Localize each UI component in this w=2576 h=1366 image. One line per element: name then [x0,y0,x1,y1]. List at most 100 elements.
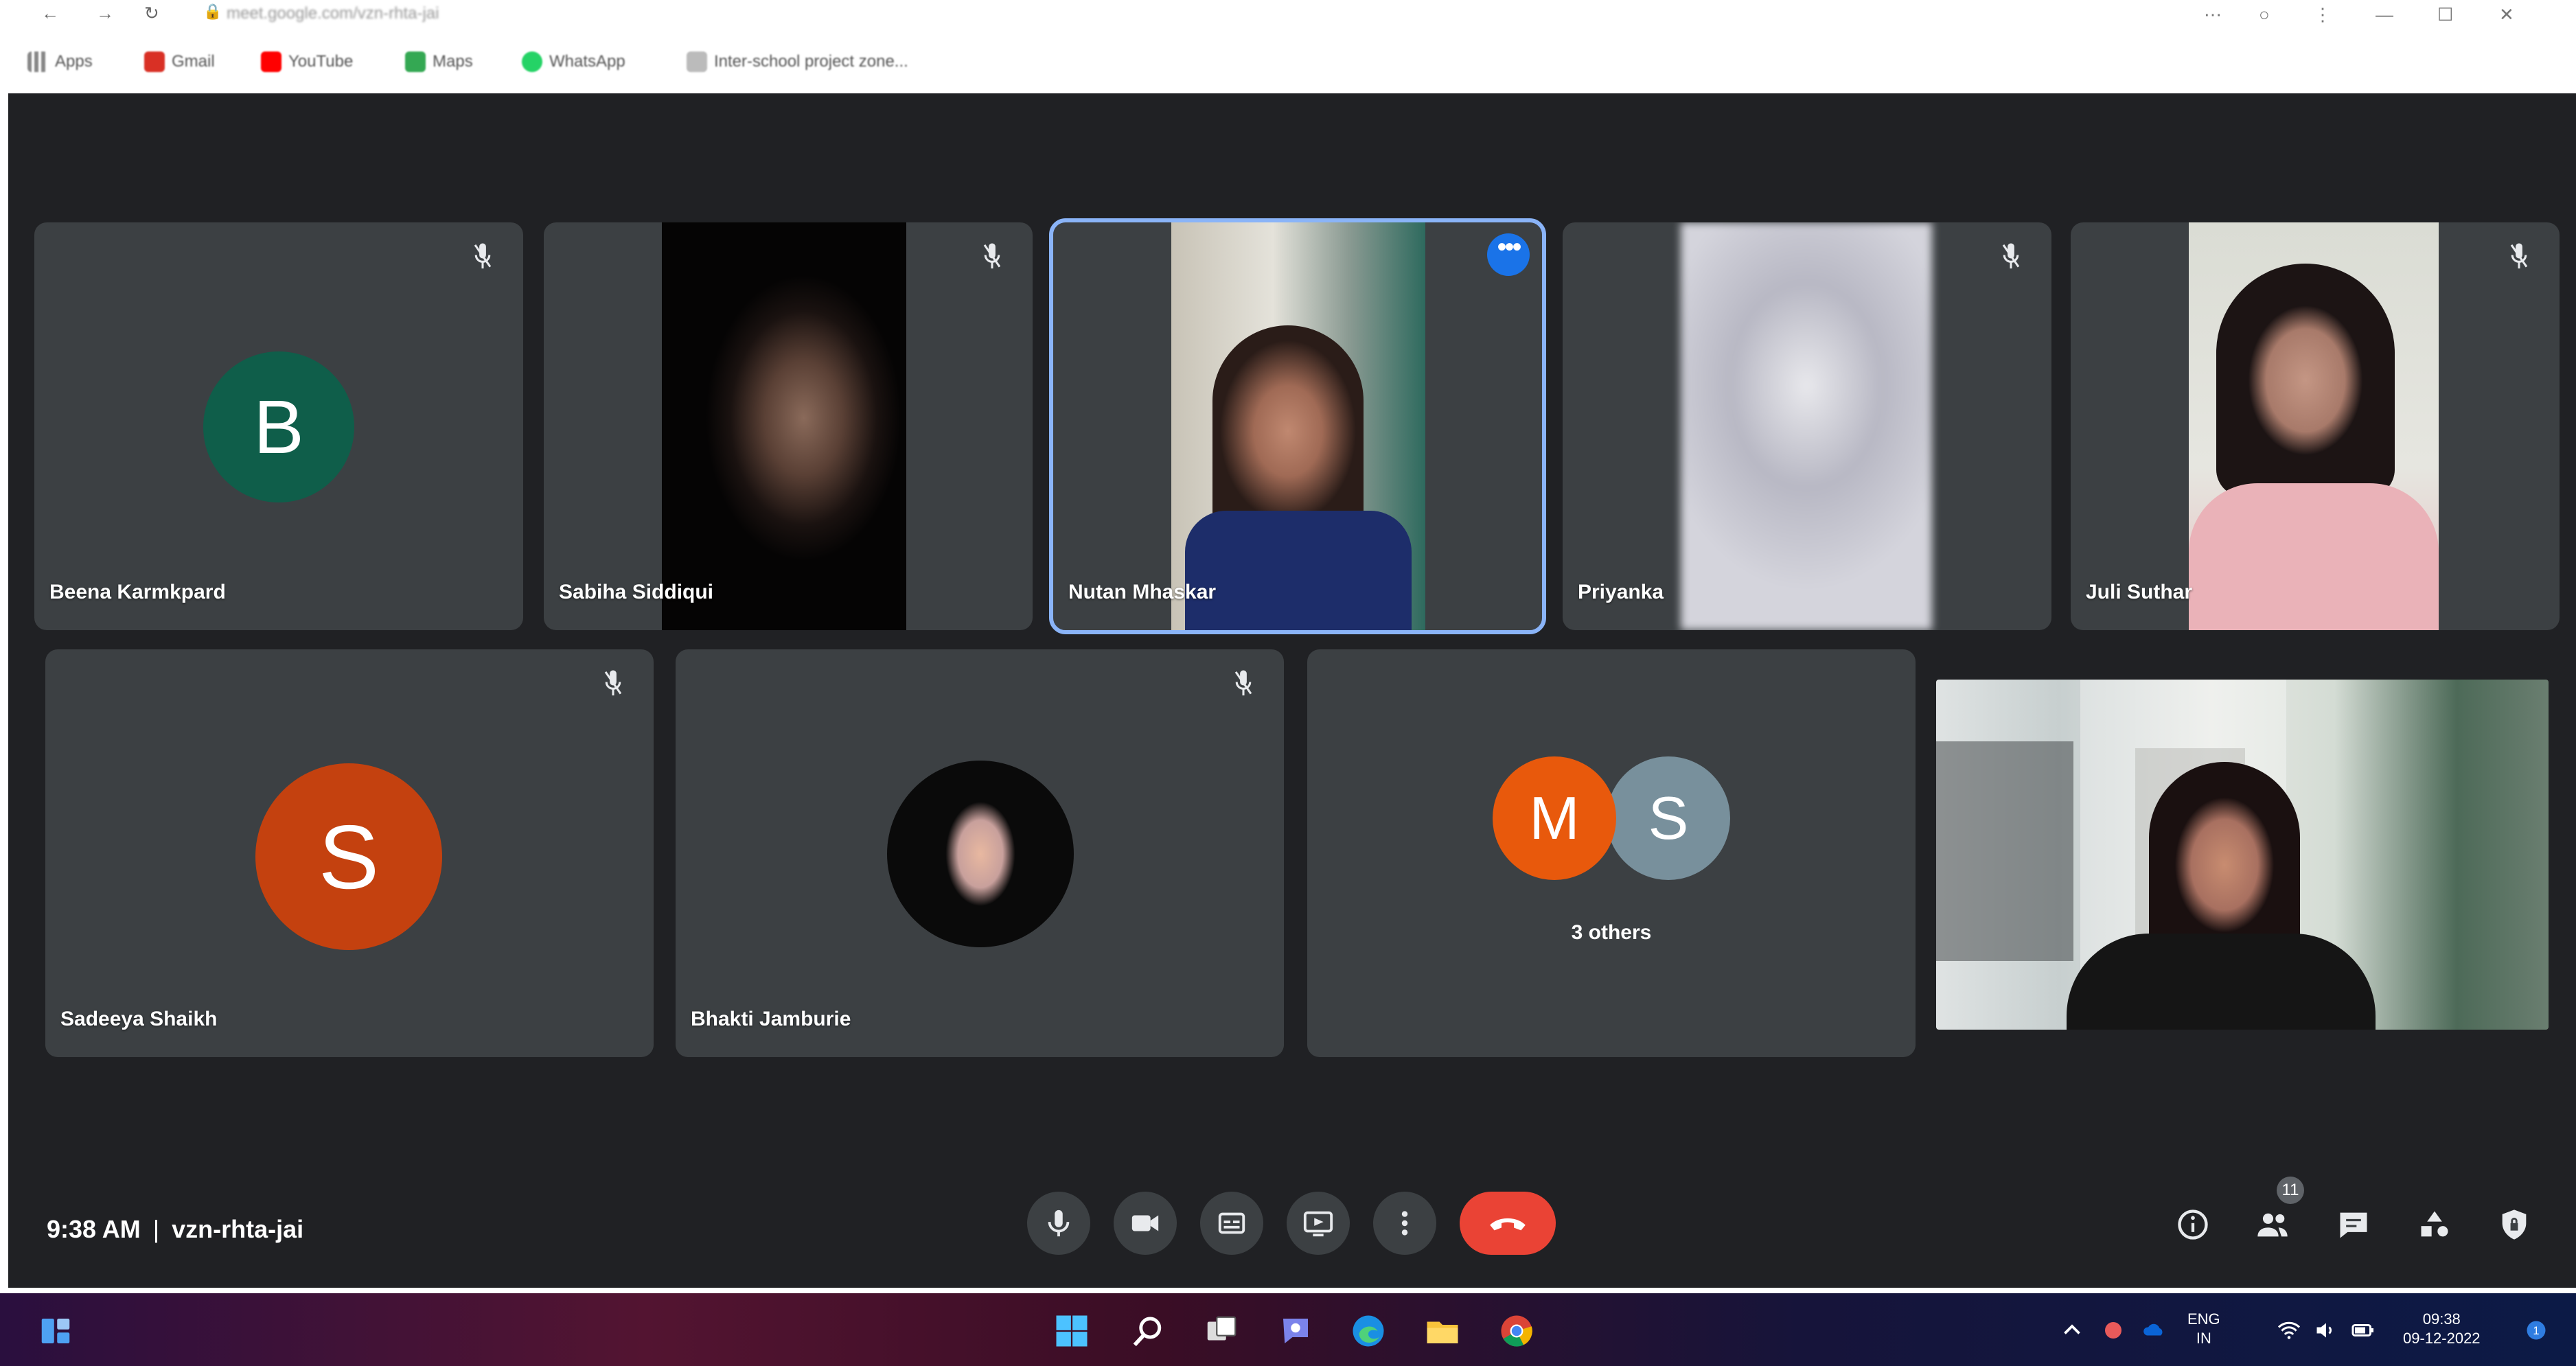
browser-toolbar: ← → ↻ 🔒 meet.google.com/vzn-rhta-jai ⋯ ○… [0,0,2576,29]
leave-call-button[interactable] [1460,1192,1556,1255]
participant-name: Sabiha Siddiqui [559,581,714,603]
language-indicator[interactable]: ENG IN [2187,1310,2220,1348]
clock-time: 09:38 [2422,1310,2461,1328]
avatar: M [1493,756,1616,880]
language-label: ENG [2187,1310,2220,1328]
participant-tile[interactable]: B Beena Karmkpard [34,222,523,630]
microphone-button[interactable] [1027,1192,1090,1255]
forward-icon[interactable]: → [96,3,114,24]
notification-icon[interactable]: 1 [2524,1318,2549,1343]
volume-icon[interactable] [2314,1318,2338,1343]
participant-tile-active[interactable]: ••• Nutan Mhaskar [1049,218,1546,634]
windows-start-icon[interactable] [1053,1312,1090,1350]
microphone-icon [1048,1209,1070,1237]
youtube-icon [261,51,281,72]
participant-name: Nutan Mhaskar [1068,581,1217,603]
mic-muted-icon [2001,242,2021,272]
clock-date: 09-12-2022 [2403,1330,2481,1347]
bookmark-gmail[interactable]: Gmail [144,49,215,74]
maximize-icon[interactable]: ☐ [2437,4,2453,25]
address-bar[interactable]: meet.google.com/vzn-rhta-jai [227,4,439,23]
back-icon[interactable]: ← [41,3,59,24]
captions-button[interactable] [1200,1192,1263,1255]
activities-button[interactable] [2415,1205,2454,1244]
bookmark-whatsapp[interactable]: WhatsApp [522,49,625,74]
system-clock[interactable]: 09:38 09-12-2022 [2403,1310,2481,1348]
participant-tile[interactable]: Bhakti Jamburie [676,649,1284,1057]
chevron-up-icon[interactable] [2060,1318,2084,1343]
meeting-code: vzn-rhta-jai [172,1215,304,1243]
close-icon[interactable]: ✕ [2499,4,2514,25]
participant-name: Priyanka [1578,581,1664,603]
profile-icon[interactable]: ○ [2259,4,2270,25]
mic-muted-icon [2509,242,2529,272]
participant-tile[interactable]: Priyanka [1563,222,2051,630]
people-button[interactable] [2253,1205,2292,1244]
participant-tile[interactable]: Juli Suthar [2071,222,2560,630]
more-options-icon[interactable]: ••• [1487,233,1530,276]
onedrive-icon[interactable] [2142,1318,2167,1343]
participant-name: Beena Karmkpard [49,581,226,603]
meeting-details-button[interactable] [2174,1205,2212,1244]
bookmark-youtube[interactable]: YouTube [261,49,353,74]
more-options-button[interactable] [1373,1192,1436,1255]
self-video [1936,680,2549,1030]
participant-video [662,222,906,630]
bookmark-maps[interactable]: Maps [405,49,473,74]
avatar: S [255,763,442,950]
participant-name: Juli Suthar [2086,581,2193,603]
bookmark-label: Maps [433,52,473,71]
edge-browser-icon[interactable] [1350,1312,1387,1350]
windows-taskbar: ENG IN 09:38 09-12-2022 1 [0,1293,2576,1366]
more-vertical-icon [1401,1211,1408,1236]
meeting-details: 9:38 AM | vzn-rhta-jai [47,1215,303,1244]
search-icon[interactable] [1130,1312,1167,1350]
chrome-browser-icon[interactable] [1498,1312,1535,1350]
participant-tile[interactable]: S Sadeeya Shaikh [45,649,654,1057]
maps-icon [405,51,426,72]
meeting-time: 9:38 AM [47,1215,141,1243]
widgets-icon[interactable] [37,1312,74,1350]
mic-muted-icon [603,669,623,699]
bookmark-label: WhatsApp [549,52,625,71]
others-tile[interactable]: M S 3 others [1307,649,1916,1057]
participant-name: Sadeeya Shaikh [60,1008,218,1030]
camera-icon [1131,1215,1159,1231]
minimize-icon[interactable]: — [2376,4,2393,25]
extensions-icon[interactable]: ⋯ [2204,4,2222,25]
participant-video [1171,222,1425,630]
whatsapp-icon [522,51,542,72]
lock-icon: 🔒 [203,3,222,20]
present-screen-button[interactable] [1287,1192,1350,1255]
bookmark-project[interactable]: Inter-school project zone... [687,49,908,74]
chat-button[interactable] [2334,1205,2373,1244]
tray-app-icon[interactable] [2101,1318,2126,1343]
captions-icon [1218,1212,1245,1234]
participant-name: Bhakti Jamburie [691,1008,851,1030]
activities-icon [2421,1211,2448,1237]
participants-count-badge: 11 [2277,1177,2304,1204]
teams-chat-icon[interactable] [1277,1312,1314,1350]
info-icon [2178,1209,2208,1240]
mic-muted-icon [1233,669,1254,699]
wifi-icon[interactable] [2277,1318,2301,1343]
people-icon [2257,1213,2288,1237]
participant-video [2189,222,2439,630]
region-label: IN [2196,1330,2211,1347]
bookmark-label: Gmail [172,52,215,71]
participant-video [1681,222,1932,630]
task-view-icon[interactable] [1203,1312,1240,1350]
bookmarks-bar: Apps Gmail YouTube Maps WhatsApp Inter-s… [0,41,2576,82]
bookmark-apps[interactable]: Apps [27,49,93,74]
file-explorer-icon[interactable] [1424,1312,1461,1350]
battery-icon[interactable] [2351,1318,2376,1343]
self-view-tile[interactable] [1936,680,2549,1030]
camera-button[interactable] [1114,1192,1177,1255]
present-icon [1303,1211,1333,1237]
others-count-label: 3 others [1571,921,1652,944]
participant-tile[interactable]: Sabiha Siddiqui [544,222,1033,630]
hang-up-icon [1490,1218,1526,1231]
settings-icon[interactable]: ⋮ [2314,4,2332,25]
host-controls-button[interactable] [2495,1205,2533,1244]
reload-icon[interactable]: ↻ [144,3,159,24]
